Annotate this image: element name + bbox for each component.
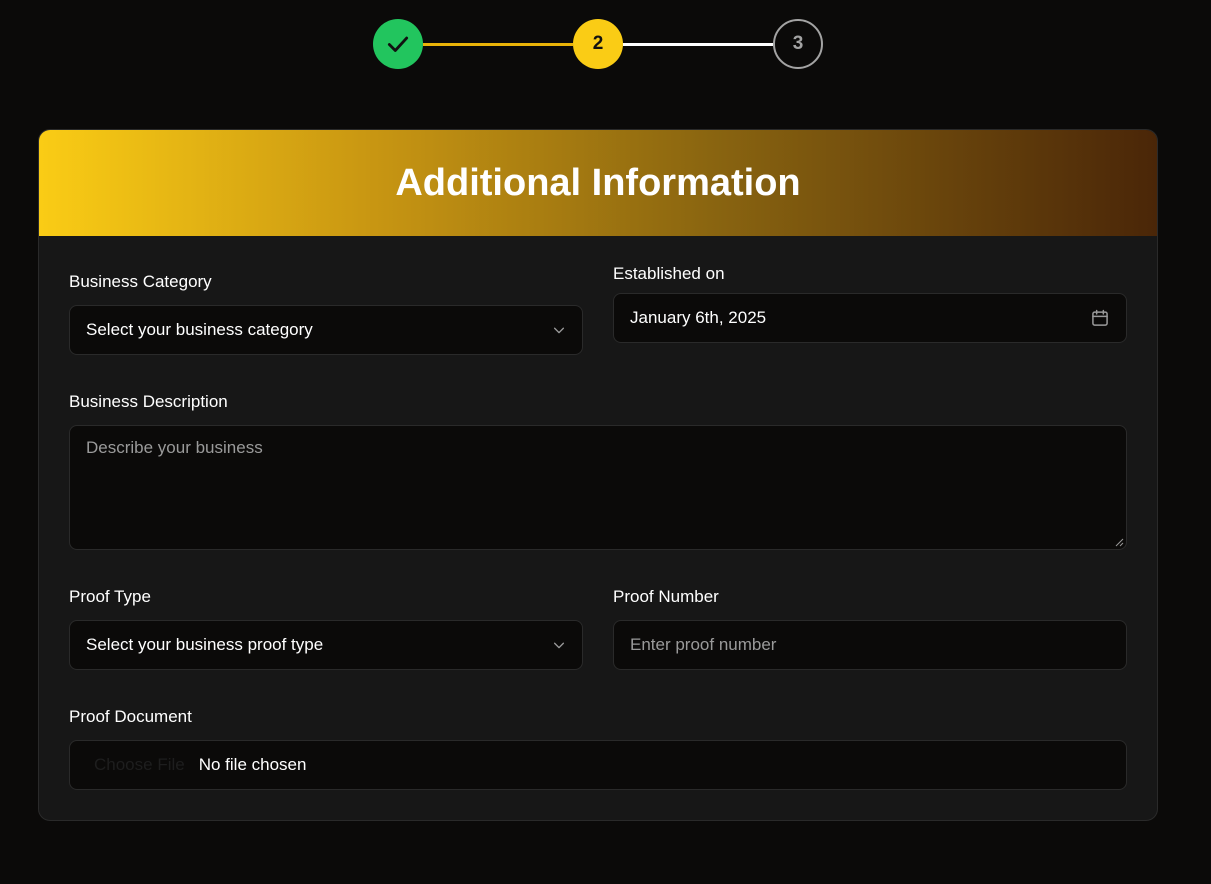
proof-number-input[interactable]: Enter proof number (613, 620, 1127, 670)
established-on-value: January 6th, 2025 (630, 308, 767, 327)
proof-type-label: Proof Type (69, 587, 151, 606)
step-3-number: 3 (792, 33, 804, 54)
card-header: Additional Information (39, 130, 1157, 236)
stepper: 2 3 (373, 19, 823, 69)
business-description-label: Business Description (69, 392, 228, 411)
step-2-current[interactable]: 2 (573, 19, 623, 69)
step-2-number: 2 (592, 33, 604, 54)
business-description-placeholder: Describe your business (86, 438, 263, 457)
step-3-pending[interactable]: 3 (773, 19, 823, 69)
card-title: Additional Information (395, 161, 801, 204)
proof-number-label: Proof Number (613, 587, 719, 606)
chevron-down-icon (553, 327, 565, 334)
choose-file-button[interactable]: Choose File (94, 755, 185, 775)
business-category-label: Business Category (69, 272, 212, 291)
step-connector-2 (623, 43, 773, 46)
proof-type-value: Select your business proof type (86, 635, 324, 654)
check-icon (387, 36, 409, 52)
established-on-date-picker[interactable]: January 6th, 2025 (613, 293, 1127, 343)
business-description-textarea[interactable]: Describe your business (69, 425, 1127, 550)
additional-info-card: Additional Information Business Category… (38, 129, 1158, 821)
step-1-completed[interactable] (373, 19, 423, 69)
proof-document-label: Proof Document (69, 707, 192, 726)
established-on-label: Established on (613, 264, 725, 283)
business-category-value: Select your business category (86, 320, 313, 339)
proof-document-file-input[interactable]: Choose File No file chosen (69, 740, 1127, 790)
step-connector-1 (423, 43, 573, 46)
calendar-icon[interactable] (1090, 308, 1110, 328)
proof-number-placeholder: Enter proof number (630, 635, 777, 654)
business-category-select[interactable]: Select your business category (69, 305, 583, 355)
chevron-down-icon (553, 642, 565, 649)
proof-type-select[interactable]: Select your business proof type (69, 620, 583, 670)
file-status: No file chosen (198, 755, 307, 774)
resize-handle-icon[interactable] (1114, 537, 1124, 547)
